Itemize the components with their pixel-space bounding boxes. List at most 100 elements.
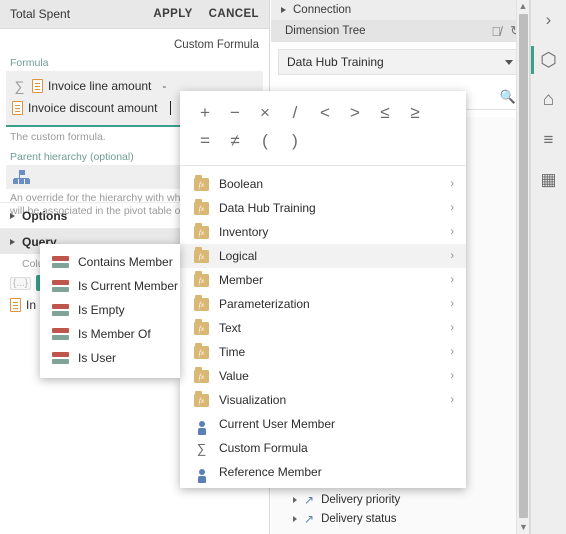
submenu-item-is-user[interactable]: Is User	[40, 346, 180, 370]
rail-item-table[interactable]: ▦	[531, 160, 566, 200]
cube-select-value: Data Hub Training	[287, 55, 384, 69]
operator-not-equals[interactable]: ≠	[220, 127, 250, 155]
submenu-item-is-current-member[interactable]: Is Current Member	[40, 274, 180, 298]
chevron-right-icon: ›	[545, 10, 552, 29]
operator-close-paren[interactable]: )	[280, 127, 310, 155]
operator-less-equal[interactable]: ≤	[370, 99, 400, 127]
chevron-right-icon: ›	[450, 298, 454, 310]
document-icon	[10, 298, 21, 312]
menu-item-parameterization[interactable]: fx Parameterization ›	[180, 292, 466, 316]
braces-icon: {...}	[10, 276, 32, 290]
menu-item-label: Time	[219, 345, 246, 359]
menu-item-time[interactable]: fx Time ›	[180, 340, 466, 364]
menu-item-label: Data Hub Training	[219, 201, 316, 215]
chevron-right-icon	[281, 7, 286, 13]
menu-item-text[interactable]: fx Text ›	[180, 316, 466, 340]
scrollbar-thumb[interactable]	[519, 14, 528, 518]
submenu-item-label: Is Current Member	[78, 279, 179, 293]
rail-item-expand[interactable]: ›	[531, 0, 566, 40]
connection-label: Connection	[293, 4, 352, 16]
operator-multiply[interactable]: ×	[250, 99, 280, 127]
tree-item[interactable]: ↗ Delivery status	[271, 509, 522, 528]
search-icon[interactable]: 🔍	[500, 89, 516, 105]
cube-select[interactable]: Data Hub Training	[278, 49, 522, 75]
vertical-scrollbar[interactable]: ▲ ▼	[516, 0, 529, 534]
tree-item-label: Delivery status	[321, 512, 397, 525]
operator-row-2: = ≠ ( )	[190, 127, 456, 155]
menu-item-value[interactable]: fx Value ›	[180, 364, 466, 388]
menu-item-data-hub-training[interactable]: fx Data Hub Training ›	[180, 196, 466, 220]
fx-folder-icon: fx	[194, 223, 209, 239]
menu-item-visualization[interactable]: fx Visualization ›	[180, 388, 466, 412]
chevron-right-icon: ›	[450, 394, 454, 406]
operator-row-1: + − × / < > ≤ ≥	[190, 99, 456, 127]
menu-item-label: Inventory	[219, 225, 269, 239]
person-icon	[194, 469, 209, 483]
fx-folder-icon: fx	[194, 391, 209, 407]
chevron-right-icon: ›	[450, 346, 454, 358]
formula-functions-menu: + − × / < > ≤ ≥ = ≠ ( ) fx Boolean › fx …	[180, 91, 466, 488]
formula-field-label: Formula	[10, 57, 49, 69]
scroll-down-arrow[interactable]: ▼	[517, 521, 530, 534]
submenu-item-is-empty[interactable]: Is Empty	[40, 298, 180, 322]
menu-item-custom-formula[interactable]: ∑ Custom Formula	[180, 436, 466, 460]
cancel-button[interactable]: CANCEL	[209, 8, 259, 20]
rail-item-cube[interactable]: ⬡	[531, 40, 566, 80]
dimension-tree-label: Dimension Tree	[285, 25, 366, 37]
menu-folder-list: fx Boolean › fx Data Hub Training › fx I…	[180, 166, 466, 488]
formula-token-label: Invoice line amount	[48, 79, 152, 93]
chart-axis-icon: ↗	[304, 511, 315, 526]
apply-button[interactable]: APPLY	[153, 8, 192, 20]
submenu-item-contains-member[interactable]: Contains Member	[40, 250, 180, 274]
operator-greater-equal[interactable]: ≥	[400, 99, 430, 127]
chevron-right-icon: ›	[450, 226, 454, 238]
logical-submenu: Contains Member Is Current Member Is Emp…	[40, 244, 180, 378]
submenu-item-label: Is User	[78, 351, 117, 365]
fx-folder-icon: fx	[194, 199, 209, 215]
operator-divide[interactable]: /	[280, 99, 310, 127]
formula-token-label: Invoice discount amount	[28, 101, 158, 115]
menu-item-boolean[interactable]: fx Boolean ›	[180, 172, 466, 196]
chevron-right-icon	[293, 496, 297, 503]
operator-plus[interactable]: +	[190, 99, 220, 127]
menu-item-inventory[interactable]: fx Inventory ›	[180, 220, 466, 244]
menu-item-label: Current User Member	[219, 417, 336, 431]
operator-open-paren[interactable]: (	[250, 127, 280, 155]
operator-minus[interactable]: −	[220, 99, 250, 127]
scroll-up-arrow[interactable]: ▲	[517, 0, 529, 13]
chevron-right-icon	[10, 238, 15, 245]
menu-item-label: Value	[219, 369, 249, 383]
rail-item-home[interactable]: ⌂	[531, 80, 566, 120]
chevron-right-icon: ›	[450, 274, 454, 286]
menu-item-current-user-member[interactable]: Current User Member	[180, 412, 466, 436]
tree-item[interactable]: ↗ Delivery priority	[271, 490, 522, 509]
fx-folder-icon: fx	[194, 295, 209, 311]
operator-equals[interactable]: =	[190, 127, 220, 155]
connection-section[interactable]: Connection	[271, 0, 529, 20]
operator-greater-than[interactable]: >	[340, 99, 370, 127]
document-icon	[12, 101, 23, 115]
submenu-item-is-member-of[interactable]: Is Member Of	[40, 322, 180, 346]
text-cursor	[170, 101, 172, 115]
menu-item-label: Member	[219, 273, 264, 287]
hierarchy-icon	[12, 169, 32, 185]
panel-subtitle: Custom Formula	[174, 39, 259, 51]
menu-item-reference-member[interactable]: Reference Member	[180, 460, 466, 484]
member-bars-icon	[52, 328, 69, 340]
rail-item-list[interactable]: ≡	[531, 120, 566, 160]
chevron-right-icon	[293, 515, 297, 522]
chevron-right-icon: ›	[450, 250, 454, 262]
chevron-right-icon: ›	[450, 202, 454, 214]
menu-item-logical[interactable]: fx Logical ›	[180, 244, 466, 268]
operator-less-than[interactable]: <	[310, 99, 340, 127]
panel-subtitle-row: Custom Formula	[0, 29, 269, 55]
eye-off-icon[interactable]: 👁̸	[491, 24, 501, 39]
menu-item-label: Visualization	[219, 393, 287, 407]
menu-item-member[interactable]: fx Member ›	[180, 268, 466, 292]
fx-folder-icon: fx	[194, 367, 209, 383]
chevron-right-icon: ›	[450, 322, 454, 334]
dimension-tree-header: Dimension Tree 👁̸ ↻	[271, 20, 529, 42]
menu-item-label: Custom Formula	[219, 441, 308, 455]
document-icon	[32, 79, 43, 93]
operator-grid: + − × / < > ≤ ≥ = ≠ ( )	[180, 91, 466, 165]
